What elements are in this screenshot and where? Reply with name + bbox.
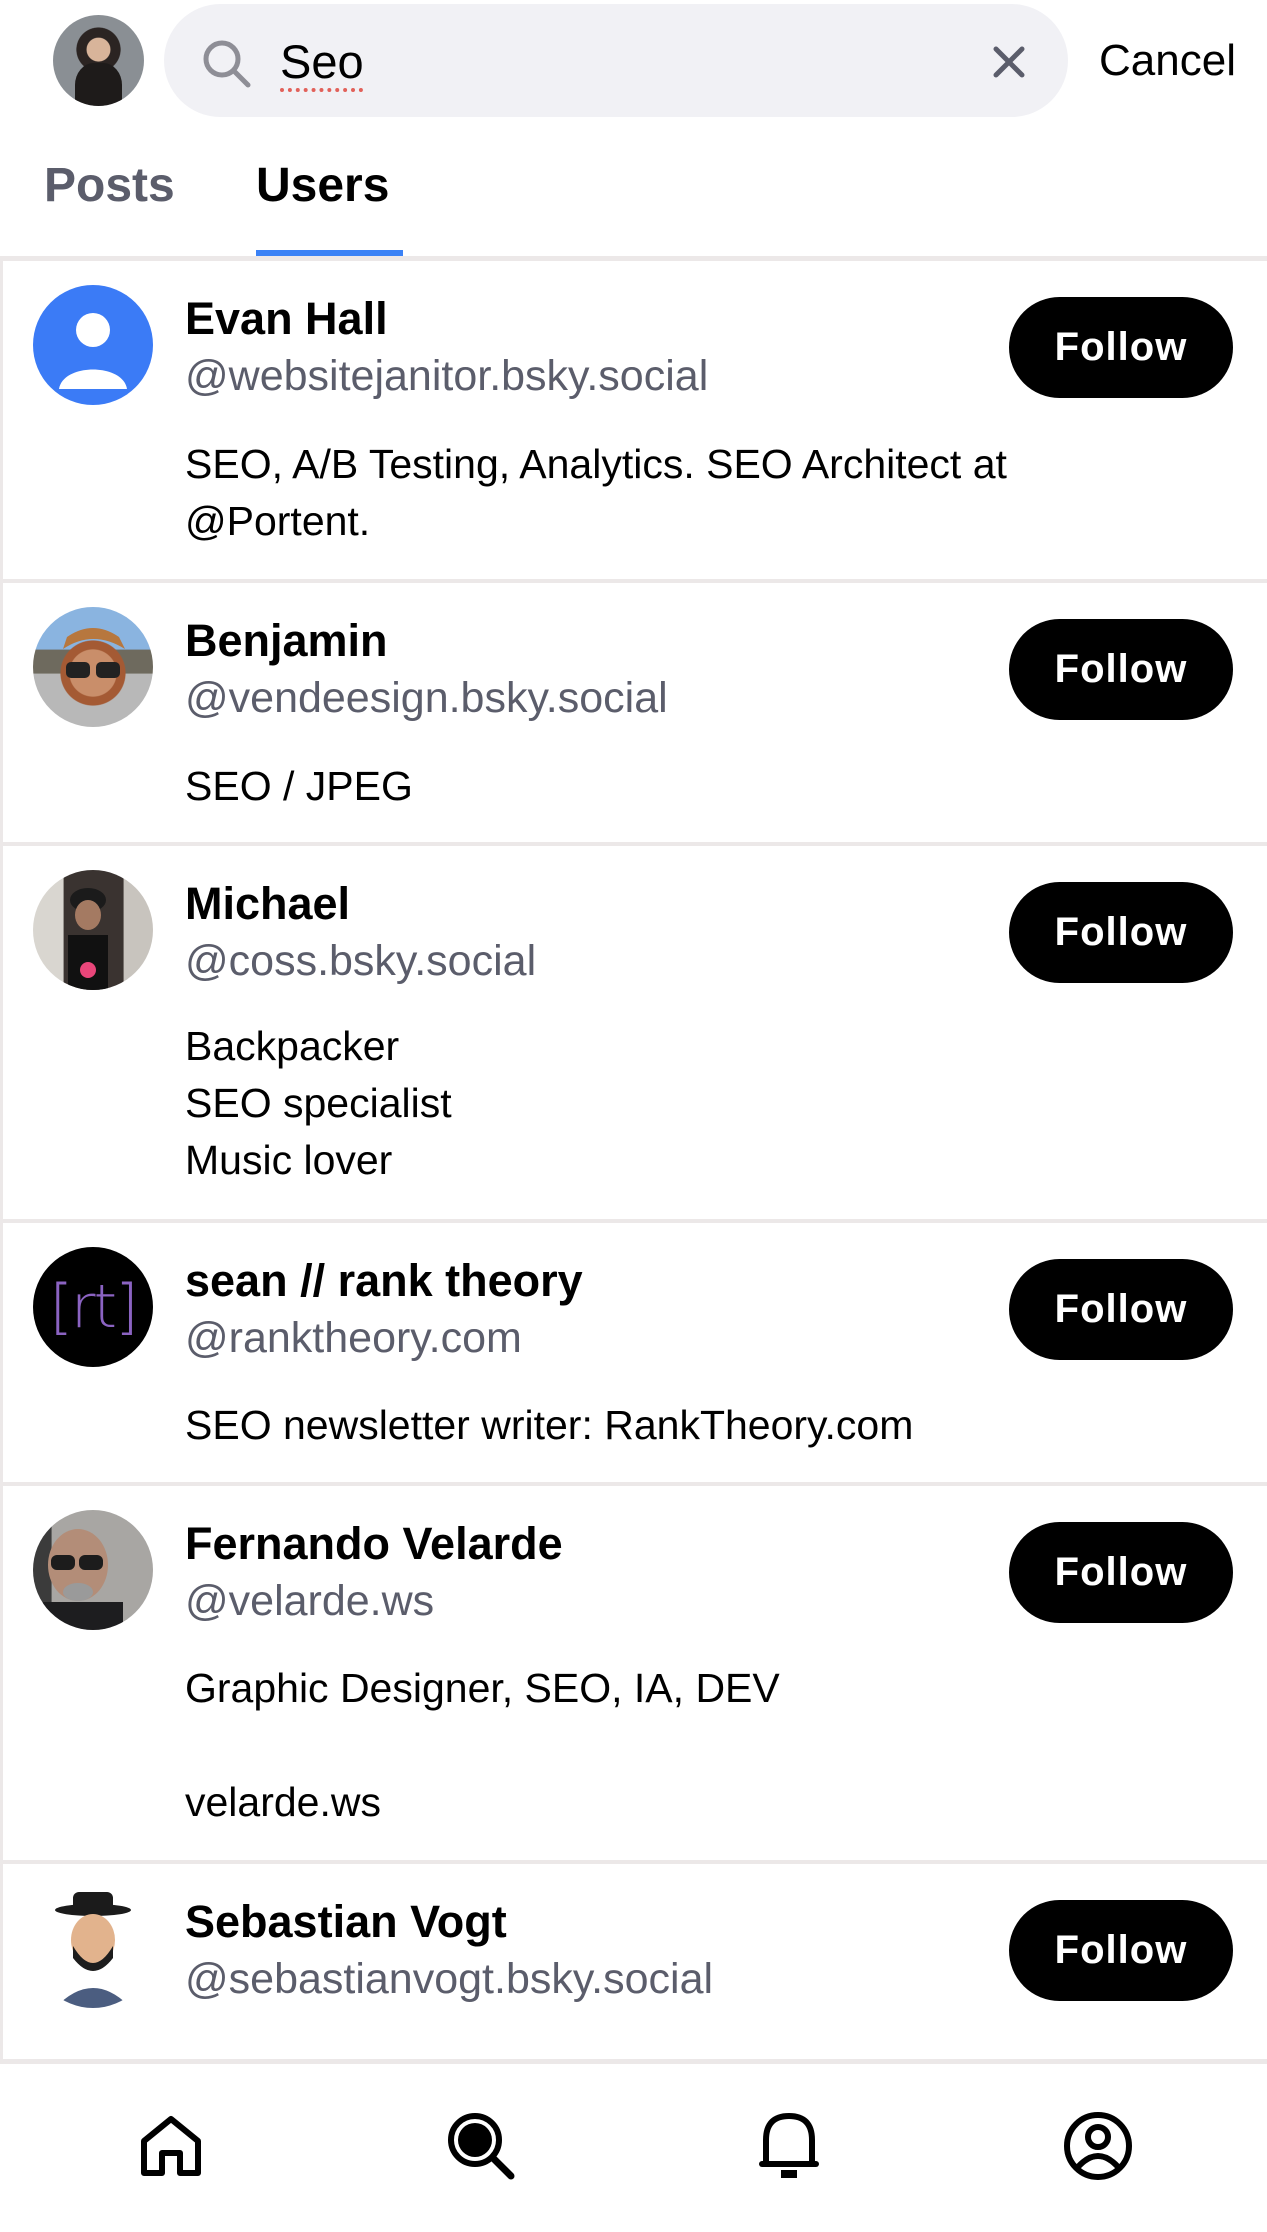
- user-name[interactable]: Evan Hall: [185, 292, 388, 346]
- user-name[interactable]: Michael: [185, 877, 350, 931]
- profile-icon: [1064, 2112, 1132, 2180]
- user-handle: @ranktheory.com: [185, 1314, 522, 1362]
- avatar[interactable]: [33, 870, 153, 990]
- user-handle: @websitejanitor.bsky.social: [185, 352, 709, 400]
- user-bio: SEO newsletter writer: RankTheory.com: [185, 1402, 914, 1448]
- search-icon: [200, 37, 252, 89]
- avatar[interactable]: [rt]: [33, 1247, 153, 1367]
- avatar[interactable]: [33, 1888, 153, 2008]
- search-input[interactable]: Seo: [280, 34, 364, 90]
- follow-button[interactable]: Follow: [1009, 882, 1233, 983]
- bottom-navigation: [0, 2064, 1267, 2232]
- avatar[interactable]: [33, 607, 153, 727]
- user-list-item[interactable]: [rt] sean // rank theory @ranktheory.com…: [3, 1223, 1267, 1486]
- home-icon: [141, 2116, 201, 2176]
- search-header: Seo Cancel Posts Users: [0, 0, 1267, 259]
- cancel-button[interactable]: Cancel: [1099, 33, 1236, 89]
- avatar[interactable]: [33, 285, 153, 405]
- follow-button[interactable]: Follow: [1009, 619, 1233, 720]
- user-name[interactable]: Fernando Velarde: [185, 1517, 563, 1571]
- user-handle: @vendeesign.bsky.social: [185, 674, 668, 722]
- user-list-item[interactable]: Evan Hall @websitejanitor.bsky.social Fo…: [3, 261, 1267, 583]
- user-name[interactable]: Benjamin: [185, 614, 388, 668]
- user-name[interactable]: Sebastian Vogt: [185, 1895, 507, 1949]
- current-user-avatar[interactable]: [53, 15, 144, 106]
- user-bio: Backpacker SEO specialist Music lover: [185, 1023, 452, 1183]
- sunglasses-icon: [63, 628, 125, 678]
- user-handle: @velarde.ws: [185, 1577, 435, 1625]
- user-results-list[interactable]: Evan Hall @websitejanitor.bsky.social Fo…: [0, 261, 1267, 2061]
- follow-button[interactable]: Follow: [1009, 297, 1233, 398]
- user-list-item[interactable]: Michael @coss.bsky.social Follow Backpac…: [3, 846, 1267, 1223]
- follow-button[interactable]: Follow: [1009, 1900, 1233, 2001]
- bell-icon: [759, 2113, 819, 2178]
- tab-users[interactable]: Users: [256, 156, 389, 216]
- user-list-item[interactable]: Sebastian Vogt @sebastianvogt.bsky.socia…: [3, 1864, 1267, 2061]
- nav-notifications[interactable]: [749, 2106, 829, 2186]
- user-name[interactable]: sean // rank theory: [185, 1254, 583, 1308]
- user-list-item[interactable]: Benjamin @vendeesign.bsky.social Follow …: [3, 583, 1267, 846]
- user-bio: SEO, A/B Testing, Analytics. SEO Archite…: [185, 441, 1007, 544]
- tab-posts[interactable]: Posts: [44, 156, 175, 216]
- search-icon: [448, 2113, 515, 2180]
- rank-theory-logo: [rt]: [49, 1272, 138, 1342]
- nav-profile[interactable]: [1058, 2106, 1138, 2186]
- user-bio: SEO / JPEG: [185, 763, 413, 809]
- clear-search-button[interactable]: [984, 37, 1034, 87]
- user-handle: @sebastianvogt.bsky.social: [185, 1955, 714, 2003]
- follow-button[interactable]: Follow: [1009, 1259, 1233, 1360]
- search-bar[interactable]: Seo: [164, 4, 1068, 117]
- default-avatar-icon: [59, 313, 127, 389]
- nav-search[interactable]: [441, 2106, 521, 2186]
- user-bio: Graphic Designer, SEO, IA, DEV velarde.w…: [185, 1665, 780, 1825]
- person-photo-icon: [68, 888, 108, 990]
- cartoon-avatar-icon: [55, 1892, 131, 2008]
- user-list-item[interactable]: Fernando Velarde @velarde.ws Follow Grap…: [3, 1486, 1267, 1864]
- user-handle: @coss.bsky.social: [185, 937, 537, 985]
- close-icon: [993, 46, 1025, 78]
- avatar[interactable]: [33, 1510, 153, 1630]
- person-photo-icon: [43, 1529, 123, 1630]
- follow-button[interactable]: Follow: [1009, 1522, 1233, 1623]
- nav-home[interactable]: [131, 2106, 211, 2186]
